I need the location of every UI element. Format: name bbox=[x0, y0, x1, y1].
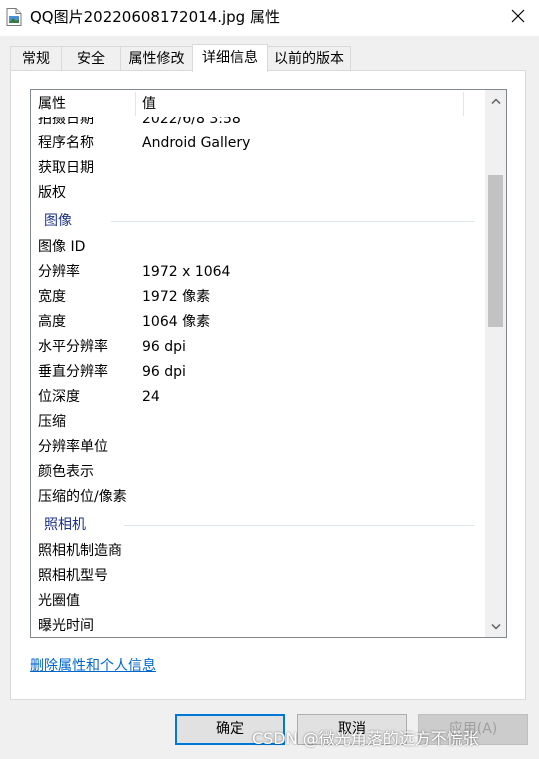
property-rows: 拍摄日期 2022/6/8 3:58 程序名称 Android Gallery … bbox=[31, 90, 485, 637]
list-item[interactable]: 位深度 24 bbox=[31, 385, 485, 410]
property-name: 版权 bbox=[38, 185, 66, 201]
list-item[interactable]: 宽度 1972 像素 bbox=[31, 285, 485, 310]
list-item[interactable]: 照相机型号 bbox=[31, 564, 485, 589]
property-value: 1972 x 1064 bbox=[142, 264, 231, 280]
list-item[interactable]: 照相机制造商 bbox=[31, 539, 485, 564]
close-icon bbox=[511, 9, 525, 23]
property-name: 光圈值 bbox=[38, 593, 80, 609]
list-item[interactable]: 水平分辨率 96 dpi bbox=[31, 335, 485, 360]
title-bar: QQ图片20220608172014.jpg 属性 bbox=[0, 0, 539, 36]
tab-security[interactable]: 安全 bbox=[61, 46, 121, 71]
property-value: Android Gallery bbox=[142, 135, 251, 151]
property-name: 照相机制造商 bbox=[38, 543, 122, 559]
property-value: 96 dpi bbox=[142, 339, 186, 355]
property-name: 分辨率单位 bbox=[38, 439, 108, 455]
list-item[interactable]: 版权 bbox=[31, 181, 485, 206]
list-item[interactable]: 获取日期 bbox=[31, 156, 485, 181]
tab-strip: 常规 安全 属性修改 详细信息 以前的版本 bbox=[10, 44, 530, 72]
tab-details[interactable]: 详细信息 bbox=[192, 44, 268, 72]
tab-previous-versions[interactable]: 以前的版本 bbox=[267, 46, 351, 71]
property-name: 获取日期 bbox=[38, 160, 94, 176]
group-header-image: 图像 bbox=[31, 209, 485, 234]
vertical-scrollbar[interactable] bbox=[485, 90, 506, 637]
property-name: 颜色表示 bbox=[38, 464, 94, 480]
property-name: 垂直分辨率 bbox=[38, 364, 108, 380]
property-name: 压缩的位/像素 bbox=[38, 489, 127, 505]
close-button[interactable] bbox=[497, 0, 539, 32]
list-item[interactable]: 压缩 bbox=[31, 410, 485, 435]
property-name: 水平分辨率 bbox=[38, 339, 108, 355]
list-header: 属性 值 bbox=[31, 90, 485, 117]
property-name: 曝光时间 bbox=[38, 618, 94, 634]
group-title: 照相机 bbox=[44, 517, 86, 533]
window-title: QQ图片20220608172014.jpg 属性 bbox=[30, 8, 280, 26]
column-header-name[interactable]: 属性 bbox=[38, 95, 66, 113]
group-title: 图像 bbox=[44, 213, 72, 229]
property-name: 位深度 bbox=[38, 389, 80, 405]
scroll-up-button[interactable] bbox=[485, 90, 506, 111]
list-item[interactable]: 高度 1064 像素 bbox=[31, 310, 485, 335]
list-item[interactable]: 垂直分辨率 96 dpi bbox=[31, 360, 485, 385]
group-header-camera: 照相机 bbox=[31, 513, 485, 538]
property-value: 1972 像素 bbox=[142, 289, 211, 305]
property-name: 程序名称 bbox=[38, 135, 94, 151]
group-divider bbox=[124, 525, 475, 526]
column-header-value[interactable]: 值 bbox=[142, 95, 156, 113]
column-separator[interactable] bbox=[463, 92, 464, 116]
list-item[interactable]: 曝光时间 bbox=[31, 614, 485, 637]
group-divider bbox=[111, 221, 475, 222]
tab-general[interactable]: 常规 bbox=[10, 46, 62, 71]
property-name: 图像 ID bbox=[38, 239, 86, 255]
list-item[interactable]: 分辨率 1972 x 1064 bbox=[31, 260, 485, 285]
list-item[interactable]: 压缩的位/像素 bbox=[31, 485, 485, 510]
property-list[interactable]: 拍摄日期 2022/6/8 3:58 程序名称 Android Gallery … bbox=[30, 89, 507, 638]
column-separator[interactable] bbox=[135, 92, 136, 116]
scroll-thumb[interactable] bbox=[488, 175, 503, 327]
property-name: 宽度 bbox=[38, 289, 66, 305]
list-item[interactable]: 图像 ID bbox=[31, 235, 485, 260]
remove-properties-link[interactable]: 删除属性和个人信息 bbox=[30, 656, 156, 676]
list-item[interactable]: 颜色表示 bbox=[31, 460, 485, 485]
chevron-up-icon bbox=[490, 97, 501, 104]
property-name: 分辨率 bbox=[38, 264, 80, 280]
watermark: CSDN @微光角落的远方不慌张 bbox=[252, 729, 479, 748]
property-value: 1064 像素 bbox=[142, 314, 211, 330]
chevron-down-icon bbox=[490, 623, 501, 630]
scroll-down-button[interactable] bbox=[485, 616, 506, 637]
property-name: 压缩 bbox=[38, 414, 66, 430]
jpg-file-icon bbox=[6, 8, 22, 26]
property-value: 24 bbox=[142, 389, 160, 405]
list-item[interactable]: 分辨率单位 bbox=[31, 435, 485, 460]
list-item[interactable]: 光圈值 bbox=[31, 589, 485, 614]
property-name: 高度 bbox=[38, 314, 66, 330]
tab-attribute-edit[interactable]: 属性修改 bbox=[120, 46, 193, 71]
property-value: 96 dpi bbox=[142, 364, 186, 380]
list-item[interactable]: 程序名称 Android Gallery bbox=[31, 131, 485, 156]
property-name: 照相机型号 bbox=[38, 568, 108, 584]
